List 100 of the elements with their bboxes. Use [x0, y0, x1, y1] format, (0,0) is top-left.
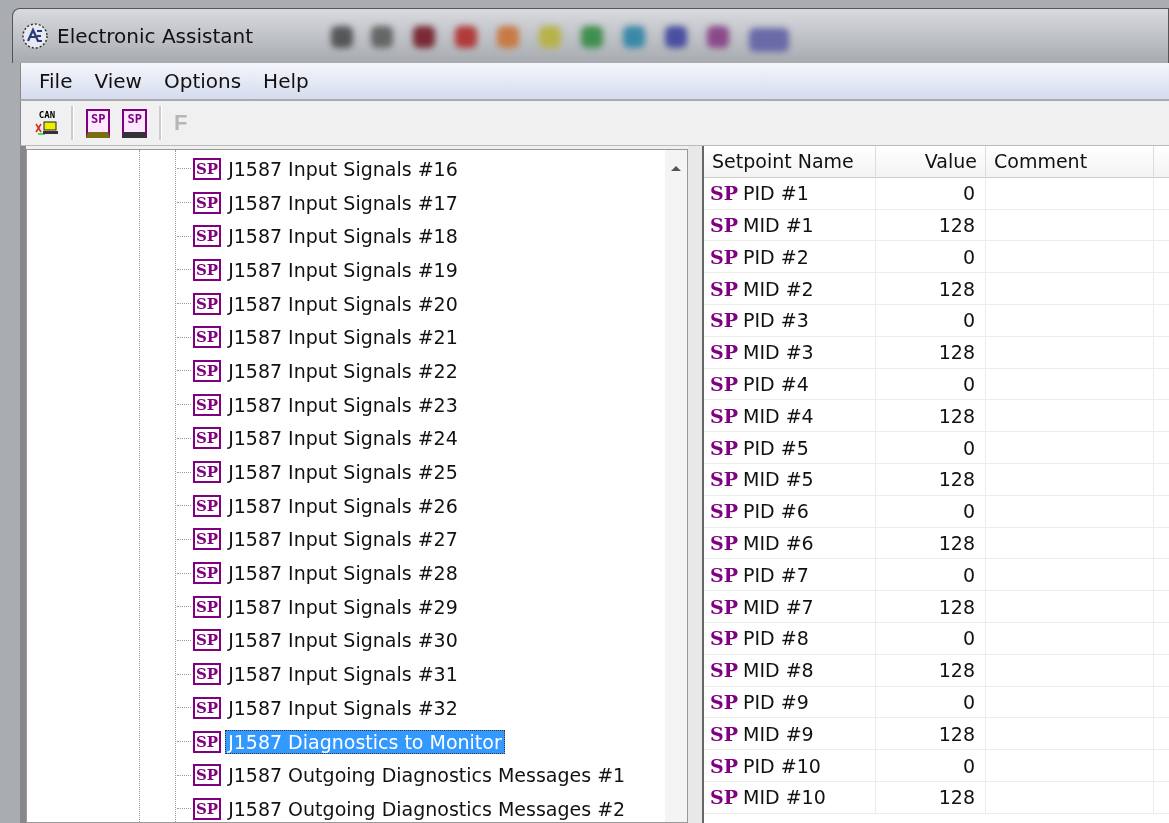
tree-item[interactable]: J1587 Input Signals #32 [225, 695, 461, 720]
setpoint-name: PID #5 [743, 436, 809, 459]
value-cell: 128 [938, 404, 975, 427]
setpoint-icon: SP [710, 754, 738, 777]
value-cell: 0 [962, 182, 975, 205]
value-cell: 0 [962, 627, 975, 650]
tree-item[interactable]: J1587 Input Signals #26 [225, 493, 461, 518]
value-cell: 128 [938, 722, 975, 745]
setpoint-icon: SP [710, 436, 738, 459]
setpoint-icon: SP [193, 359, 222, 382]
setpoint-name: MID #7 [743, 595, 814, 618]
setpoint-icon: SP [710, 214, 738, 236]
setpoint-icon: SP [710, 627, 738, 650]
setpoint-name: MID #2 [743, 277, 814, 300]
value-cell: 128 [938, 531, 975, 554]
setpoint-name: MID #1 [743, 214, 814, 236]
setpoint-icon: SP [193, 528, 222, 551]
setpoint-icon: SP [710, 786, 738, 809]
value-cell: 0 [962, 563, 975, 586]
setpoint-icon: SP [710, 182, 738, 205]
value-cell: 128 [938, 341, 975, 364]
menu-item[interactable]: Help [255, 69, 317, 93]
setpoint-icon: SP [193, 764, 222, 787]
setpoint-icon: SP [710, 468, 738, 491]
setpoint-name: PID #1 [743, 182, 809, 205]
setpoint-name: PID #9 [743, 690, 809, 713]
tree-item[interactable]: J1587 Input Signals #24 [225, 426, 461, 451]
setpoint-icon: SP [193, 225, 222, 248]
app-logo-icon [21, 22, 49, 50]
setpoint-name: MID #8 [743, 659, 814, 682]
tree-item[interactable]: J1587 Input Signals #19 [225, 257, 461, 282]
setpoint-icon: SP [193, 595, 222, 618]
setpoint-icon: SP [710, 595, 738, 618]
value-cell: 128 [938, 786, 975, 809]
setpoint-icon: SP [710, 277, 738, 300]
setpoint-icon: SP [710, 372, 738, 395]
setpoint-icon: SP [710, 341, 738, 364]
value-cell: 0 [962, 690, 975, 713]
value-cell: 0 [962, 754, 975, 777]
menu-item[interactable]: View [86, 69, 150, 93]
network-computer-icon [35, 119, 59, 136]
setpoint-icon: SP [193, 730, 222, 753]
window-title: Electronic Assistant [57, 24, 254, 48]
menu-item[interactable]: File [31, 69, 81, 93]
setpoint-icon: SP [710, 563, 738, 586]
tree-item[interactable]: J1587 Input Signals #28 [225, 561, 461, 586]
setpoint-icon: SP [193, 393, 222, 416]
column-header[interactable]: Setpoint Name [704, 146, 876, 178]
setpoint-icon: SP [710, 690, 738, 713]
setpoint-name: PID #7 [743, 563, 809, 586]
setpoint-name: MID #3 [743, 341, 814, 364]
setpoint-icon: SP [193, 292, 222, 315]
setpoint-icon: SP [710, 722, 738, 745]
tree-item[interactable]: J1587 Input Signals #16 [225, 156, 461, 181]
tree-item[interactable]: J1587 Input Signals #18 [225, 224, 461, 249]
tree-item[interactable]: J1587 Input Signals #22 [225, 358, 461, 383]
tree-item[interactable]: J1587 Outgoing Diagnostics Messages #1 [225, 763, 629, 788]
value-cell: 128 [938, 214, 975, 236]
tree-item[interactable]: J1587 Input Signals #31 [225, 662, 461, 687]
setpoint-icon: SP [193, 191, 222, 214]
setpoint-icon: SP [710, 531, 738, 554]
setpoint-icon: SP [193, 663, 222, 686]
setpoint-name: PID #8 [743, 627, 809, 650]
tree-item[interactable]: J1587 Input Signals #30 [225, 628, 461, 653]
setpoint-icon: SP [193, 696, 222, 719]
setpoint-icon: SP [710, 309, 738, 332]
setpoint-name: MID #4 [743, 404, 814, 427]
tree-item[interactable]: J1587 Input Signals #25 [225, 460, 461, 485]
tree-item[interactable]: J1587 Input Signals #29 [225, 594, 461, 619]
can-network-button[interactable]: CAN [31, 104, 63, 142]
value-cell: 128 [938, 277, 975, 300]
setpoint-name: MID #5 [743, 468, 814, 491]
menu-item[interactable]: Options [155, 69, 250, 93]
setpoint-icon: SP [193, 326, 222, 349]
value-cell: 128 [938, 595, 975, 618]
tree-item[interactable]: J1587 Input Signals #21 [225, 325, 461, 350]
setpoint-name: MID #9 [743, 722, 814, 745]
scroll-up-icon[interactable] [670, 164, 682, 172]
setpoint-icon: SP [193, 562, 222, 585]
setpoint-icon: SP [193, 797, 222, 820]
value-cell: 128 [938, 659, 975, 682]
tree-item[interactable]: J1587 Outgoing Diagnostics Messages #2 [225, 796, 629, 821]
setpoint-icon: SP [710, 245, 738, 268]
setpoint-name: PID #3 [743, 309, 809, 332]
setpoint-icon: SP [193, 427, 222, 450]
setpoint-icon: SP [710, 500, 738, 523]
column-header[interactable]: Comment [986, 146, 1154, 178]
tree-item[interactable]: J1587 Input Signals #17 [225, 190, 461, 215]
tree-item[interactable]: J1587 Input Signals #27 [225, 527, 461, 552]
setpoint-icon: SP [193, 461, 222, 484]
tree-item[interactable]: J1587 Input Signals #20 [225, 291, 461, 316]
setpoint-name: PID #6 [743, 500, 809, 523]
setpoint-icon: SP [710, 404, 738, 427]
column-header[interactable]: Value [876, 146, 986, 178]
setpoint-icon: SP [193, 258, 222, 281]
setpoint-icon: SP [193, 629, 222, 652]
splitter[interactable] [688, 146, 704, 823]
tree-item[interactable]: J1587 Input Signals #23 [225, 392, 461, 417]
setpoint-name: PID #4 [743, 372, 809, 395]
setpoint-icon: SP [710, 659, 738, 682]
